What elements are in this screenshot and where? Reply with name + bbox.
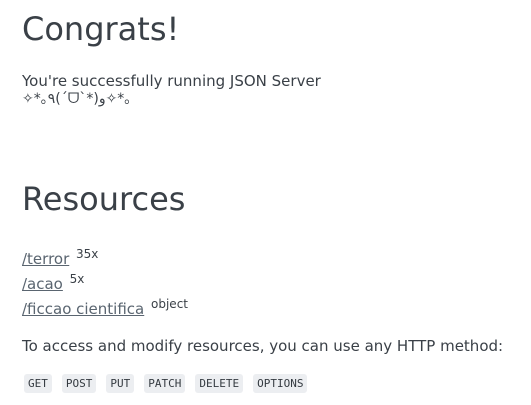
json-server-home: Congrats! You're successfully running JS… [0,0,531,405]
running-message-text: You're successfully running JSON Server [22,72,321,90]
method-patch: PATCH [144,374,186,393]
http-methods-list: GET POST PUT PATCH DELETE OPTIONS [24,374,308,393]
resource-count-acao: 5x [69,272,85,286]
kaomoji-text: ✧*｡٩(ˊᗜˋ*)و✧*｡ [22,91,132,107]
method-get: GET [24,374,52,393]
resource-link-acao[interactable]: /acao [22,275,63,293]
resource-type-ficcao-cientifica: object [151,297,188,311]
resources-list: /terror 35x /acao 5x /ficcao cientifica … [22,242,188,318]
resource-link-ficcao-cientifica[interactable]: /ficcao cientifica [22,300,144,318]
method-post: POST [61,374,97,393]
running-message: You're successfully running JSON Server … [22,72,321,108]
resource-link-terror[interactable]: /terror [22,250,69,268]
method-put: PUT [106,374,135,393]
method-options: OPTIONS [253,374,308,393]
resource-item-acao: /acao 5x [22,267,188,293]
resource-count-terror: 35x [76,247,99,261]
resource-item-terror: /terror 35x [22,242,188,268]
access-instructions: To access and modify resources, you can … [22,337,504,355]
method-delete: DELETE [195,374,244,393]
congrats-title: Congrats! [22,10,180,48]
resource-item-ficcao-cientifica: /ficcao cientifica object [22,292,188,318]
resources-title: Resources [22,180,186,218]
